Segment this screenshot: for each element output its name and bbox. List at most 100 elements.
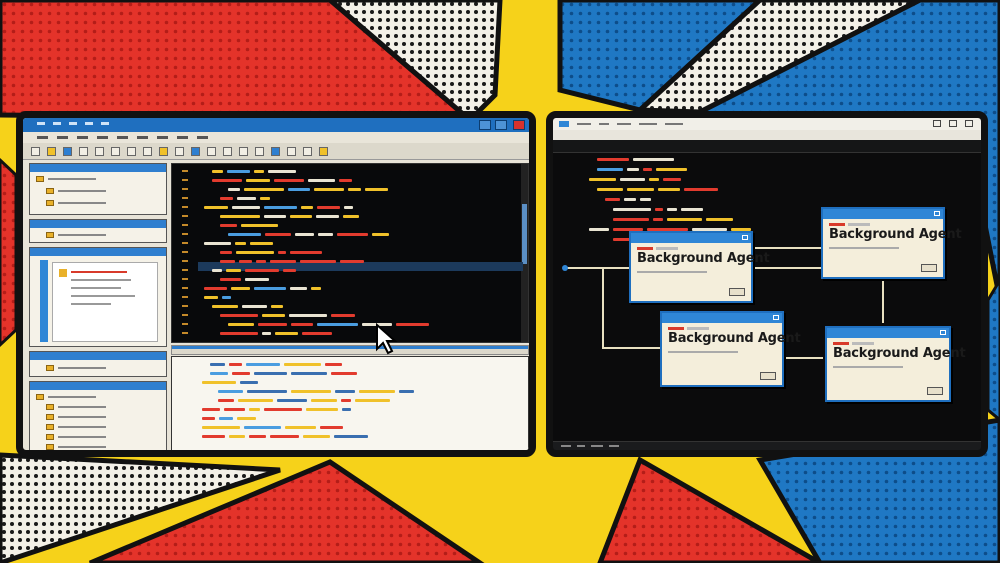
app-icon [37, 122, 45, 125]
close-icon[interactable] [940, 330, 946, 335]
tool-icon[interactable] [287, 146, 296, 156]
line-number [182, 287, 188, 289]
code-token [658, 188, 680, 191]
search-icon[interactable] [223, 146, 232, 156]
folder-icon[interactable] [47, 146, 56, 156]
ide-menubar [23, 132, 529, 143]
menu-item[interactable] [197, 136, 208, 139]
tree-item[interactable] [46, 404, 106, 410]
code-token [284, 363, 321, 366]
code-token [260, 197, 270, 200]
output-panel[interactable] [171, 356, 529, 450]
agent-button[interactable] [927, 387, 943, 395]
agent-title: Background Agent [833, 346, 966, 361]
undo-icon[interactable] [127, 146, 136, 156]
code-token [343, 215, 359, 218]
settings-icon[interactable] [207, 146, 216, 156]
agent-title: Background Agent [668, 331, 801, 346]
maximize-button[interactable] [495, 120, 507, 130]
agent-card-header [823, 209, 943, 219]
tree-item[interactable] [46, 188, 106, 194]
tool-icon[interactable] [319, 146, 328, 156]
tool-icon[interactable] [239, 146, 248, 156]
folder-icon [46, 444, 54, 450]
code-token [365, 188, 388, 191]
tool-icon[interactable] [303, 146, 312, 156]
line-number [182, 215, 188, 217]
agent-button[interactable] [760, 372, 776, 380]
code-token [268, 170, 296, 173]
code-token [239, 260, 252, 263]
code-token [317, 323, 358, 326]
code-token [219, 417, 233, 420]
menu-item[interactable] [97, 136, 108, 139]
code-token [341, 399, 351, 402]
code-token [334, 435, 368, 438]
agent-card[interactable]: Background Agent [825, 326, 966, 402]
paste-icon[interactable] [111, 146, 120, 156]
code-token [245, 269, 279, 272]
close-icon[interactable] [773, 315, 779, 320]
cut-icon[interactable] [79, 146, 88, 156]
tool-icon[interactable] [255, 146, 264, 156]
code-token [254, 372, 287, 375]
line-number [182, 260, 188, 262]
code-token [224, 408, 245, 411]
line-number [182, 278, 188, 280]
code-token [220, 251, 232, 254]
code-token [227, 170, 250, 173]
tree-item[interactable] [46, 444, 106, 450]
folder-icon [46, 404, 54, 410]
code-token [262, 314, 285, 317]
save-icon[interactable] [63, 146, 72, 156]
debug-icon[interactable] [191, 146, 200, 156]
agent-button[interactable] [921, 264, 937, 272]
tree-item[interactable] [46, 200, 106, 206]
menu-item[interactable] [37, 136, 48, 139]
agent-button[interactable] [729, 288, 745, 296]
code-token [597, 168, 623, 171]
menu-item[interactable] [77, 136, 88, 139]
menu-item[interactable] [157, 136, 168, 139]
tree-item[interactable] [46, 414, 106, 420]
folder-icon [36, 394, 44, 400]
tree-item[interactable] [46, 424, 106, 430]
tool-icon[interactable] [271, 146, 280, 156]
code-token [291, 323, 313, 326]
code-editor[interactable] [171, 163, 529, 343]
menu-item[interactable] [137, 136, 148, 139]
close-icon[interactable] [934, 211, 940, 216]
code-token [212, 179, 242, 182]
agent-title: Background Agent [637, 251, 770, 266]
close-button[interactable] [513, 120, 525, 130]
code-token [229, 363, 242, 366]
folder-icon [46, 200, 54, 206]
minimize-button[interactable] [479, 120, 491, 130]
code-token [316, 215, 339, 218]
tree-item[interactable] [46, 232, 106, 238]
redo-icon[interactable] [143, 146, 152, 156]
menu-item[interactable] [57, 136, 68, 139]
editor-scrollbar[interactable] [521, 164, 528, 342]
run-icon[interactable] [175, 146, 184, 156]
agent-card[interactable]: Background Agent [629, 231, 770, 303]
copy-icon[interactable] [95, 146, 104, 156]
line-number [182, 323, 188, 325]
code-token [399, 390, 414, 393]
code-token [218, 390, 243, 393]
code-token [317, 206, 340, 209]
menu-item[interactable] [177, 136, 188, 139]
close-icon[interactable] [742, 235, 748, 240]
line-number [182, 188, 188, 190]
files-panel [29, 381, 167, 450]
code-token [633, 158, 674, 161]
tree-item[interactable] [36, 176, 96, 182]
agent-card[interactable]: Background Agent [821, 207, 962, 279]
new-file-icon[interactable] [31, 146, 40, 156]
agent-card[interactable]: Background Agent [660, 311, 801, 387]
tree-item[interactable] [46, 434, 106, 440]
menu-item[interactable] [117, 136, 128, 139]
tree-item[interactable] [36, 394, 96, 400]
build-icon[interactable] [159, 146, 168, 156]
tree-item[interactable] [46, 365, 106, 371]
